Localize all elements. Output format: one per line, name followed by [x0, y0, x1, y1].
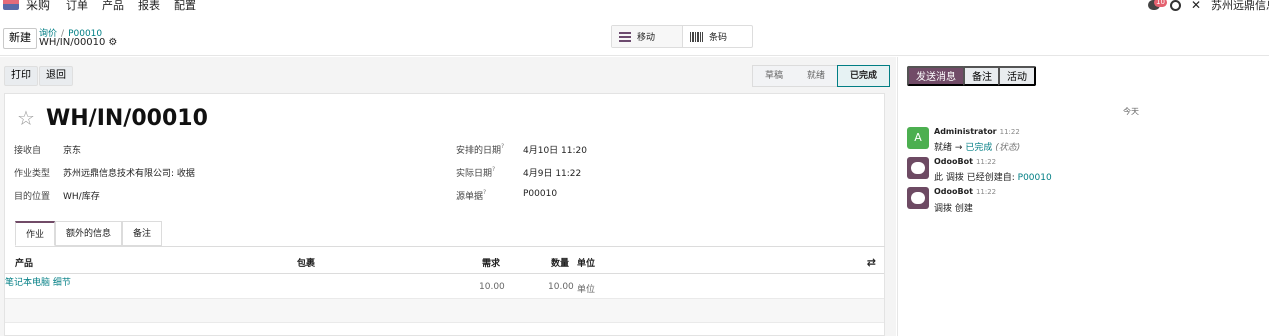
barcode-view-label: 条码 — [709, 33, 728, 43]
author-name[interactable]: OdooBot — [934, 187, 973, 196]
apps-menu-icon[interactable] — [3, 0, 19, 10]
tab-operations[interactable]: 作业 — [15, 221, 56, 246]
mobile-view-button[interactable]: 移动 — [612, 26, 683, 47]
gear-icon[interactable]: ⚙ — [108, 37, 117, 48]
partner-label: 接收自 — [14, 146, 42, 156]
operation-type-value[interactable]: 苏州远鼎信息技术有限公司: 收据 — [63, 166, 195, 179]
tracking-old-value: 就绪 — [934, 143, 953, 153]
record-title-text: WH/IN/00010 — [39, 37, 106, 48]
author-name[interactable]: OdooBot — [934, 157, 973, 166]
messages-icon[interactable]: 10 — [1147, 0, 1167, 10]
table-header: 产品 包裹 需求 数量 单位 ⇄ — [5, 247, 884, 274]
details-link[interactable]: 细节 — [53, 278, 71, 288]
control-panel: 新建 询价 / P00010 WH/IN/00010 ⚙ 移动 条码 — [0, 24, 1269, 56]
message-author: OdooBot 11:22 — [934, 157, 996, 166]
activity-clock-icon[interactable] — [1169, 0, 1181, 11]
stage-done[interactable]: 已完成 — [837, 65, 891, 87]
activities-button[interactable]: 活动 — [998, 66, 1036, 86]
operation-type-label: 作业类型 — [14, 169, 51, 179]
date-separator: 今天 — [1123, 107, 1139, 116]
partner-value[interactable]: 京东 — [63, 143, 81, 156]
avatar[interactable] — [907, 187, 929, 209]
app-name[interactable]: 采购 — [26, 0, 50, 13]
current-record-title: WH/IN/00010 ⚙ — [39, 37, 117, 48]
message-author: Administrator 11:22 — [934, 127, 1020, 136]
optional-columns-icon[interactable]: ⇄ — [867, 256, 876, 269]
chatter-panel — [897, 57, 1269, 336]
avatar[interactable]: A — [907, 127, 929, 149]
list-menu-icon — [619, 31, 631, 42]
row-demand: 10.00 — [479, 282, 505, 292]
effective-date-text: 实际日期 — [456, 169, 493, 179]
source-doc-text: 源单据 — [456, 192, 484, 202]
message-time: 11:22 — [999, 128, 1020, 136]
help-icon[interactable]: ? — [492, 166, 495, 173]
table-empty-row — [5, 299, 884, 323]
message-text: 此 调拨 已经创建自: — [934, 173, 1015, 183]
tab-note[interactable]: 备注 — [122, 221, 163, 246]
messages-badge: 10 — [1154, 0, 1167, 7]
log-note-button[interactable]: 备注 — [963, 66, 1001, 86]
new-button[interactable]: 新建 — [3, 28, 37, 49]
arrow-right-icon: → — [954, 143, 963, 153]
top-navbar: 采购 订单 产品 报表 配置 10 ✕ 苏州远鼎信息 — [0, 0, 1269, 12]
message-body: 调拨 创建 — [934, 204, 973, 214]
effective-date-label: 实际日期? — [456, 166, 495, 179]
debug-tools-icon[interactable]: ✕ — [1191, 0, 1201, 12]
row-quantity[interactable]: 10.00 — [548, 282, 574, 292]
favorite-star-icon[interactable]: ☆ — [17, 106, 35, 130]
message-body: 此 调拨 已经创建自: P00010 — [934, 170, 1052, 183]
source-doc-label: 源单据? — [456, 189, 486, 202]
send-message-button[interactable]: 发送消息 — [907, 66, 965, 86]
table-row[interactable]: 笔记本电脑 10.00 10.00 单位 细节 — [5, 275, 884, 299]
return-button[interactable]: 退回 — [39, 66, 73, 86]
message-link[interactable]: P00010 — [1018, 173, 1052, 183]
destination-value[interactable]: WH/库存 — [63, 189, 100, 202]
source-doc-value[interactable]: P00010 — [523, 189, 557, 199]
col-package[interactable]: 包裹 — [297, 256, 315, 269]
message-author: OdooBot 11:22 — [934, 187, 996, 196]
print-button[interactable]: 打印 — [4, 66, 38, 86]
menu-config[interactable]: 配置 — [174, 0, 196, 13]
record-name: WH/IN/00010 — [46, 106, 208, 131]
tracking-message: 就绪 → 已完成 (状态) — [934, 140, 1020, 153]
tab-extra-info[interactable]: 额外的信息 — [55, 221, 123, 246]
scheduled-date-value[interactable]: 4月10日 11:20 — [523, 143, 587, 156]
systray: 10 ✕ 苏州远鼎信息 — [1147, 0, 1269, 13]
col-demand[interactable]: 需求 — [482, 256, 500, 269]
message-time: 11:22 — [975, 158, 997, 166]
destination-label: 目的位置 — [14, 192, 51, 202]
stage-ready[interactable]: 就绪 — [795, 65, 838, 87]
row-product[interactable]: 笔记本电脑 — [5, 278, 50, 288]
row-uom: 单位 — [577, 285, 596, 295]
col-product[interactable]: 产品 — [15, 256, 33, 269]
tracking-new-value: 已完成 — [965, 143, 993, 153]
stage-draft[interactable]: 草稿 — [752, 65, 796, 87]
menu-reports[interactable]: 报表 — [138, 0, 160, 13]
scheduled-date-label: 安排的日期? — [456, 143, 504, 156]
avatar[interactable] — [907, 157, 929, 179]
view-switcher: 移动 条码 — [611, 25, 753, 48]
col-quantity[interactable]: 数量 — [551, 256, 569, 269]
col-uom[interactable]: 单位 — [577, 256, 595, 269]
message-time: 11:22 — [975, 188, 997, 196]
form-sheet: ☆ WH/IN/00010 接收自 京东 作业类型 苏州远鼎信息技术有限公司: … — [4, 93, 885, 336]
effective-date-value: 4月9日 11:22 — [523, 169, 582, 179]
company-switcher[interactable]: 苏州远鼎信息 — [1211, 0, 1269, 13]
notebook-tabs: 作业 额外的信息 备注 — [15, 221, 163, 246]
menu-orders[interactable]: 订单 — [66, 0, 88, 13]
menu-products[interactable]: 产品 — [102, 0, 124, 13]
status-bar: 草稿 就绪 已完成 — [752, 65, 891, 87]
mobile-view-label: 移动 — [637, 33, 656, 43]
author-name[interactable]: Administrator — [934, 127, 997, 136]
barcode-view-button[interactable]: 条码 — [683, 26, 727, 47]
help-icon[interactable]: ? — [501, 143, 504, 150]
barcode-icon — [690, 31, 703, 42]
help-icon[interactable]: ? — [483, 189, 486, 196]
tracking-field: (状态) — [995, 143, 1021, 153]
scheduled-date-text: 安排的日期 — [456, 146, 502, 156]
